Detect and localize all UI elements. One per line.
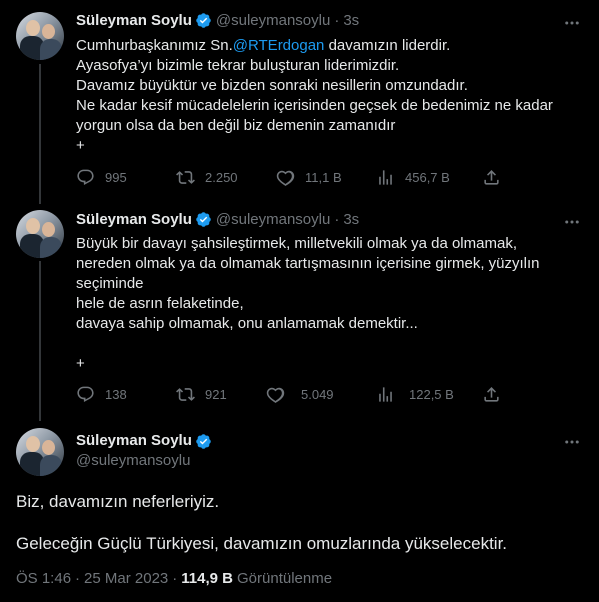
author-handle[interactable]: @suleymansoylu xyxy=(216,211,330,228)
views-icon xyxy=(379,170,392,185)
tweet-header: Süleyman Soylu @suleymansoylu · 3s xyxy=(76,12,359,29)
like-icon xyxy=(266,387,285,403)
like-icon xyxy=(276,170,295,186)
text-line: Cumhurbaşkanımız Sn.@RTErdogan davamızın… xyxy=(76,37,451,54)
tweet-date[interactable]: 25 Mar 2023 xyxy=(84,570,168,587)
text-line: yorgun olsa da ben değil biz demenin zam… xyxy=(76,117,396,134)
separator-dot: · xyxy=(334,211,340,228)
author-handle[interactable]: @suleymansoylu xyxy=(76,451,216,471)
views-button[interactable]: 122,5 B xyxy=(376,385,486,404)
verified-badge-icon xyxy=(196,212,211,227)
more-icon[interactable] xyxy=(561,211,583,233)
views-count: 456,7 B xyxy=(405,170,450,185)
text-line: hele de asrın felaketinde, xyxy=(76,295,244,312)
main-tweet: Süleyman Soylu @suleymansoylu Biz, davam… xyxy=(0,418,599,602)
retweet-button[interactable]: 2.250 xyxy=(176,168,276,187)
text-paragraph: Geleceğin Güçlü Türkiyesi, davamızın omu… xyxy=(16,534,508,553)
tweet-text: Büyük bir davayı şahsileştirmek, milletv… xyxy=(76,234,581,374)
more-icon[interactable] xyxy=(561,12,583,34)
views-button[interactable]: 456,7 B xyxy=(376,168,486,187)
tweet[interactable]: Süleyman Soylu @suleymansoylu · 3s Büyük… xyxy=(0,200,599,418)
tweet-time[interactable]: ÖS 1:46 xyxy=(16,570,71,587)
retweet-count: 921 xyxy=(205,387,227,402)
text-line xyxy=(76,334,581,354)
text-line: seçiminde xyxy=(76,275,144,292)
text-line: + xyxy=(76,355,85,372)
like-count: 11,1 B xyxy=(305,170,342,185)
reply-count: 995 xyxy=(105,170,127,185)
text-line: Ne kadar kesif mücadelelerin içerisinden… xyxy=(76,97,553,114)
like-button[interactable]: 11,1 B xyxy=(276,168,376,187)
like-count: 5.049 xyxy=(301,387,334,402)
author-name[interactable]: Süleyman Soylu xyxy=(76,211,192,228)
avatar[interactable] xyxy=(16,12,64,60)
share-button[interactable] xyxy=(482,168,501,192)
text-line: + xyxy=(76,137,85,154)
separator-dot: · xyxy=(172,570,178,587)
tweet-text: Biz, davamızın neferleriyiz. Geleceğin G… xyxy=(16,490,583,555)
tweet[interactable]: Süleyman Soylu @suleymansoylu · 3s Cumhu… xyxy=(0,0,599,200)
avatar[interactable] xyxy=(16,210,64,258)
views-icon xyxy=(379,387,392,402)
action-bar: 138 921 5.049 122,5 B xyxy=(76,385,516,404)
more-icon[interactable] xyxy=(561,431,583,453)
author-handle[interactable]: @suleymansoylu xyxy=(216,12,330,29)
avatar[interactable] xyxy=(16,428,64,476)
tweet-time[interactable]: 3s xyxy=(343,211,359,228)
verified-badge-icon xyxy=(196,13,211,28)
text-line: Büyük bir davayı şahsileştirmek, milletv… xyxy=(76,235,517,252)
reply-button[interactable]: 995 xyxy=(76,168,176,187)
views-count: 122,5 B xyxy=(409,387,454,402)
text-line: Ayasofya’yı bizimle tekrar buluşturan li… xyxy=(76,57,400,74)
share-button[interactable] xyxy=(482,385,501,409)
mention-link[interactable]: @RTErdogan xyxy=(233,37,325,54)
reply-icon xyxy=(77,386,94,403)
verified-badge-icon xyxy=(196,433,211,449)
retweet-icon xyxy=(176,171,195,184)
separator-dot: · xyxy=(75,570,81,587)
tweet-header: Süleyman Soylu @suleymansoylu · 3s xyxy=(76,211,359,228)
views-label: Görüntülenme xyxy=(237,570,333,587)
reply-count: 138 xyxy=(105,387,127,402)
author-name[interactable]: Süleyman Soylu xyxy=(76,431,192,451)
text-paragraph: Biz, davamızın neferleriyiz. xyxy=(16,492,220,511)
tweet-meta: ÖS 1:46 · 25 Mar 2023 · 114,9 B Görüntül… xyxy=(16,570,332,587)
author-name[interactable]: Süleyman Soylu xyxy=(76,12,192,29)
tweet-text: Cumhurbaşkanımız Sn.@RTErdogan davamızın… xyxy=(76,36,581,156)
text-line: davaya sahip olmamak, onu anlamamak deme… xyxy=(76,315,418,332)
reply-button[interactable]: 138 xyxy=(76,385,176,404)
share-icon xyxy=(484,170,499,185)
retweet-count: 2.250 xyxy=(205,170,238,185)
retweet-icon xyxy=(176,388,195,401)
separator-dot: · xyxy=(334,12,340,29)
text-line: nereden olmak ya da olmamak tartışmasını… xyxy=(76,255,540,272)
text-line: Davamız büyüktür ve bizden sonraki nesil… xyxy=(76,77,468,94)
reply-icon xyxy=(77,169,94,186)
retweet-button[interactable]: 921 xyxy=(176,385,266,404)
share-icon xyxy=(484,387,499,402)
like-button[interactable]: 5.049 xyxy=(266,385,376,404)
tweet-header: Süleyman Soylu @suleymansoylu xyxy=(76,431,216,471)
action-bar: 995 2.250 11,1 B 456,7 B xyxy=(76,168,516,187)
tweet-time[interactable]: 3s xyxy=(343,12,359,29)
views-count: 114,9 B xyxy=(181,570,233,587)
